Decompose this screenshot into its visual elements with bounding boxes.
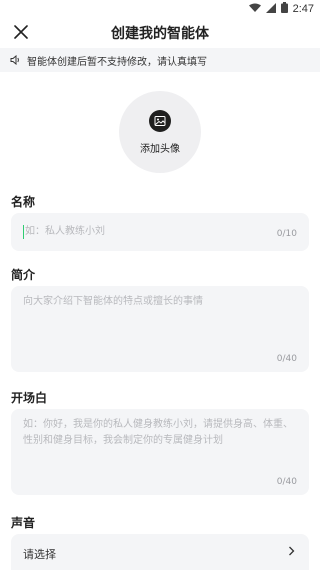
close-icon bbox=[14, 24, 28, 43]
notice-text: 智能体创建后暂不支持修改，请认真填写 bbox=[27, 56, 207, 68]
speaker-icon bbox=[10, 55, 21, 65]
opening-textarea[interactable]: 如：你好，我是你的私人健身教练小刘，请提供身高、体重、性别和健身目标，我会制定你… bbox=[11, 409, 309, 495]
intro-char-count: 0/40 bbox=[276, 354, 297, 364]
intro-placeholder: 向大家介绍下智能体的特点或擅长的事情 bbox=[23, 296, 203, 307]
name-label: 名称 bbox=[11, 195, 36, 209]
voice-select[interactable]: 请选择 bbox=[11, 534, 309, 570]
close-button[interactable] bbox=[10, 22, 32, 44]
opening-placeholder: 如：你好，我是你的私人健身教练小刘，请提供身高、体重、性别和健身目标，我会制定你… bbox=[23, 419, 293, 446]
status-bar: 2:47 bbox=[0, 0, 320, 18]
voice-label: 声音 bbox=[11, 516, 36, 530]
name-input[interactable]: 如：私人教练小刘 0/10 bbox=[11, 213, 309, 251]
name-char-count: 0/10 bbox=[276, 229, 297, 239]
header: 创建我的智能体 bbox=[0, 18, 320, 48]
battery-icon bbox=[280, 2, 288, 16]
opening-label: 开场白 bbox=[11, 391, 48, 405]
signal-icon bbox=[265, 2, 276, 16]
name-placeholder: 如：私人教练小刘 bbox=[25, 226, 105, 237]
voice-value: 请选择 bbox=[23, 548, 56, 561]
wifi-icon bbox=[248, 3, 261, 16]
avatar-label: 添加头像 bbox=[140, 143, 180, 155]
image-icon bbox=[149, 109, 171, 132]
intro-label: 简介 bbox=[11, 268, 36, 282]
notice-bar: 智能体创建后暂不支持修改，请认真填写 bbox=[0, 48, 320, 72]
status-time: 2:47 bbox=[292, 3, 314, 15]
add-avatar-button[interactable]: 添加头像 bbox=[119, 91, 201, 173]
chevron-right-icon bbox=[288, 546, 295, 559]
intro-textarea[interactable]: 向大家介绍下智能体的特点或擅长的事情 0/40 bbox=[11, 286, 309, 372]
page-title: 创建我的智能体 bbox=[111, 26, 209, 42]
text-caret bbox=[23, 225, 24, 239]
opening-char-count: 0/40 bbox=[276, 477, 297, 487]
